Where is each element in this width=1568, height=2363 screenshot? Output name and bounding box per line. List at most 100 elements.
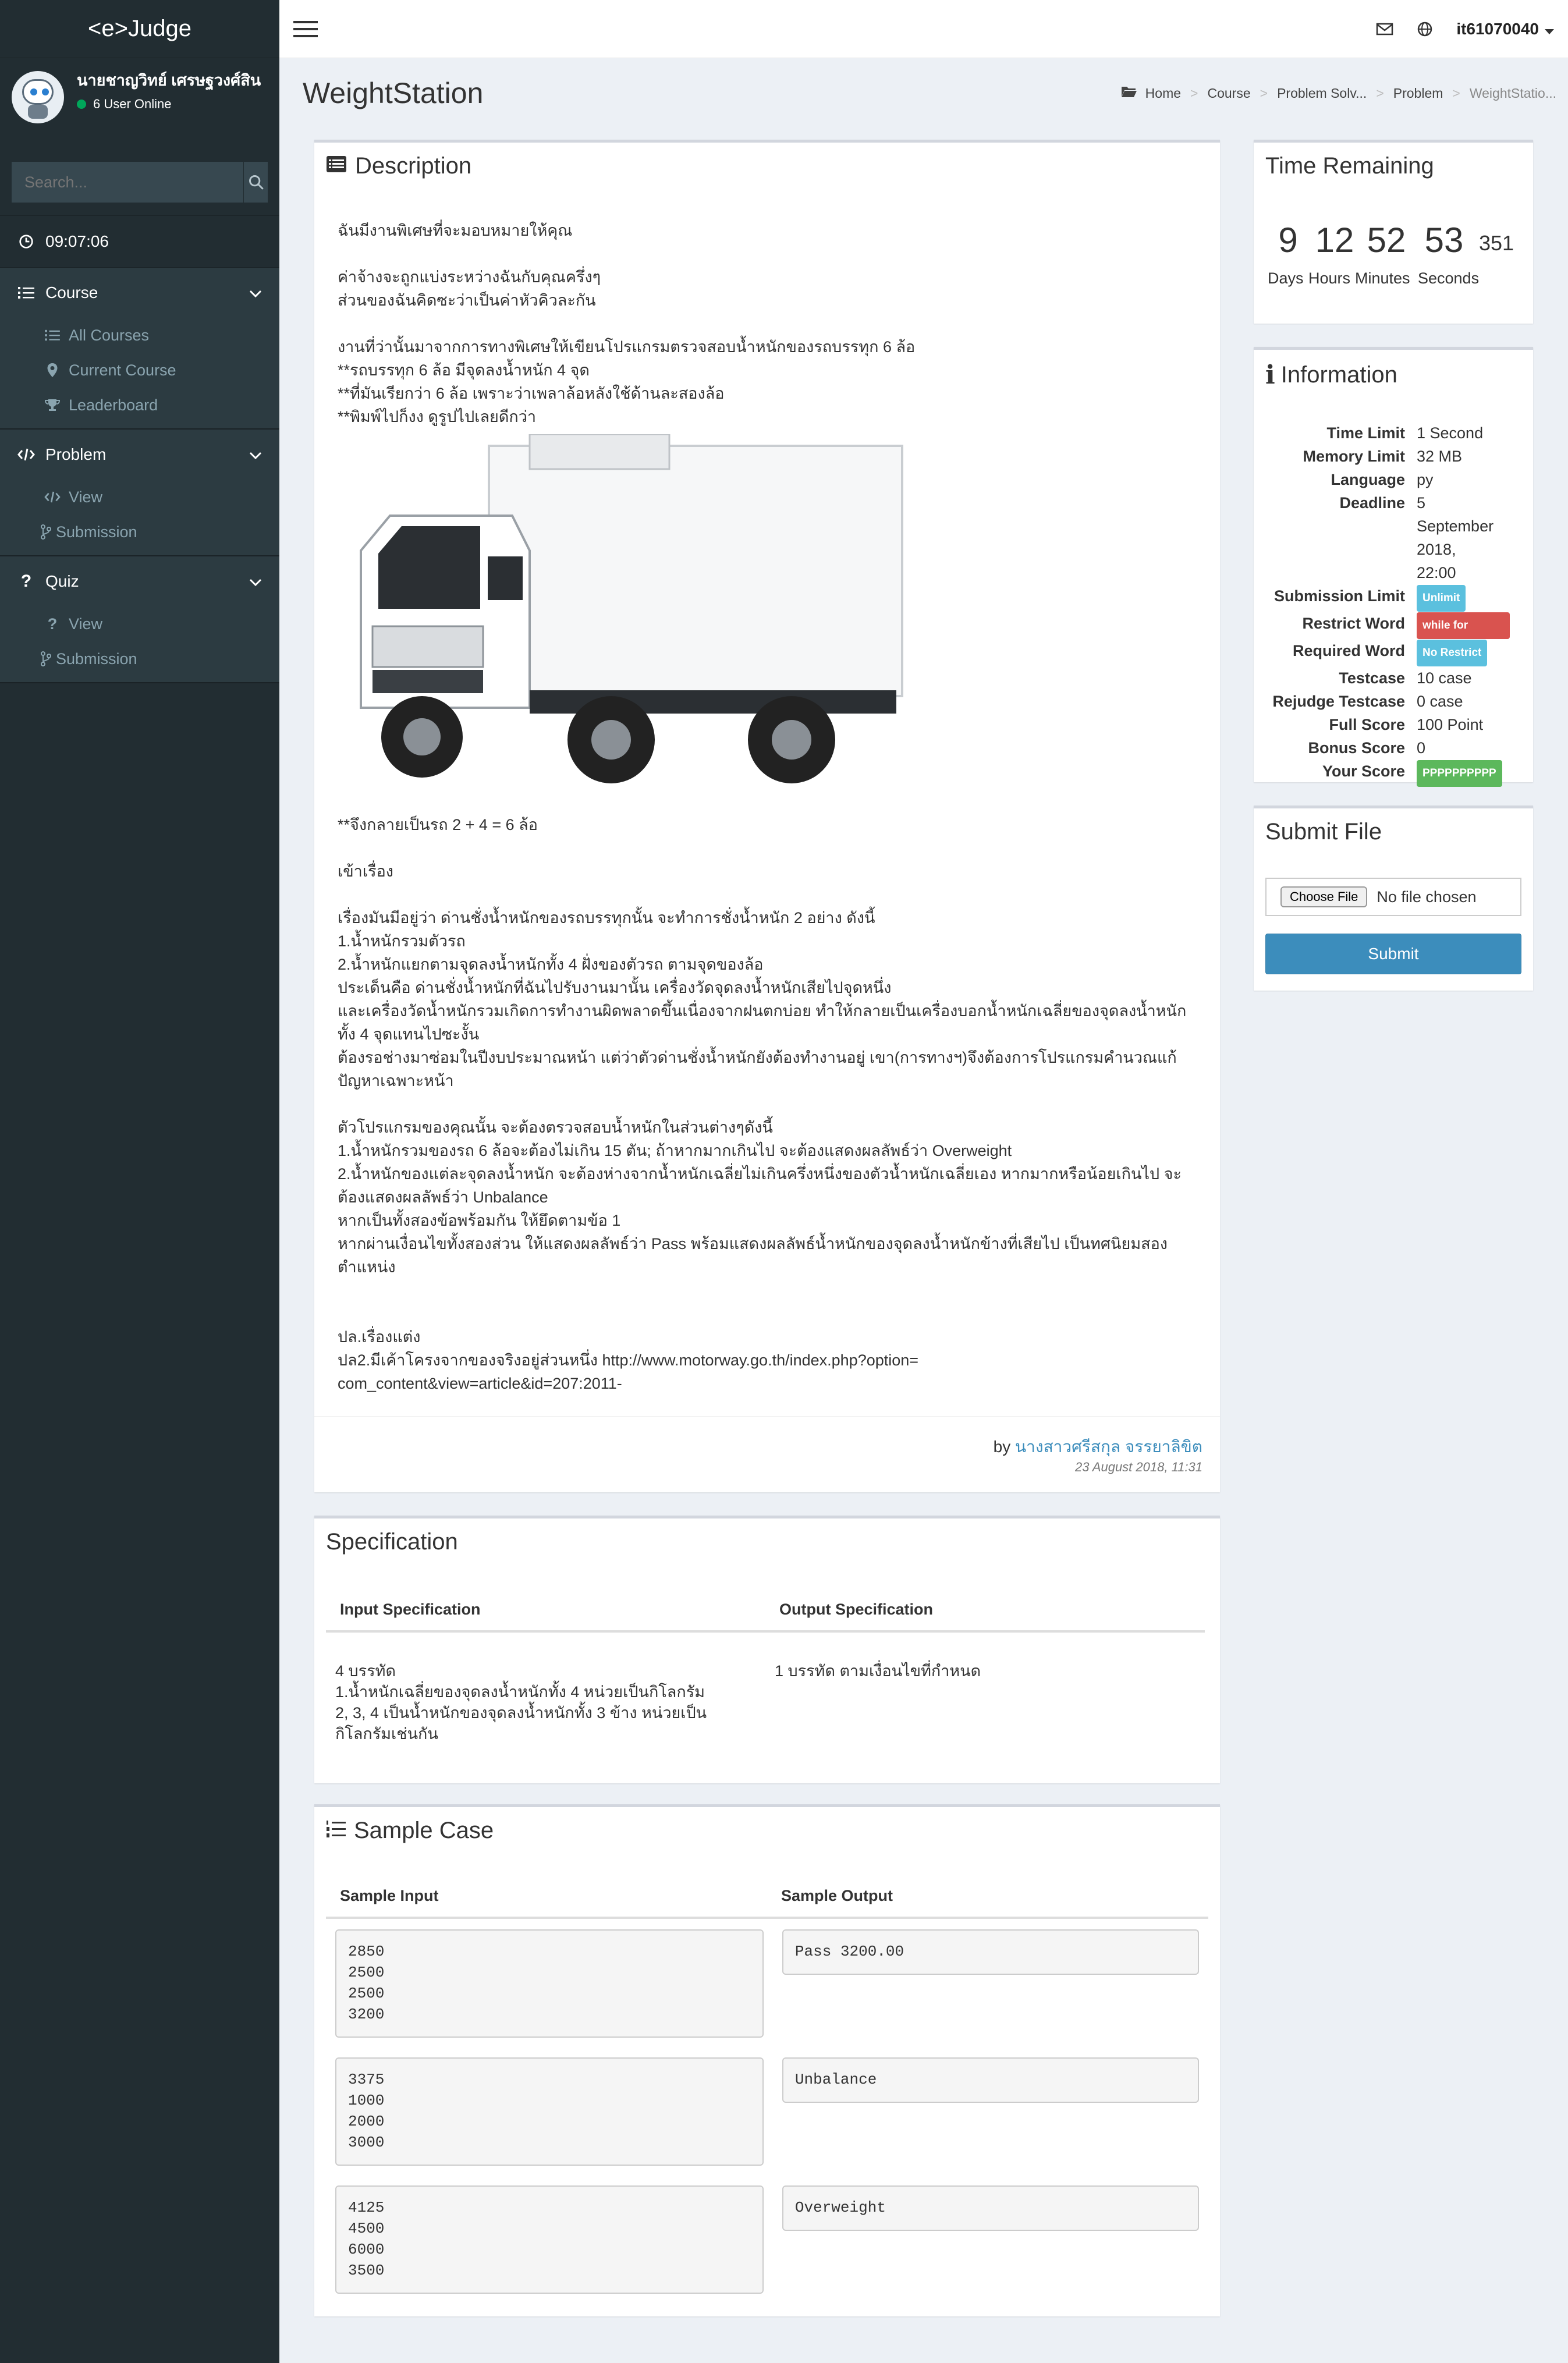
sidebar-menu-course[interactable]: Course — [0, 268, 279, 318]
sidebar-item-all-courses[interactable]: All Courses — [0, 318, 279, 353]
sample-output-block[interactable]: Pass 3200.00 — [782, 1929, 1199, 1975]
breadcrumb-course-name[interactable]: Problem Solv... — [1277, 86, 1367, 101]
globe-icon[interactable] — [1417, 21, 1433, 37]
online-dot-icon — [77, 100, 86, 109]
output-spec-header: Output Specification — [765, 1589, 1205, 1633]
menu-toggle-icon[interactable] — [293, 20, 318, 37]
info-row: Required Word No Restrict — [1254, 639, 1533, 666]
folder-open-icon — [1121, 85, 1137, 101]
sidebar-search — [12, 162, 268, 203]
user-panel: นายชาญวิทย์ เศรษฐวงศ์สิน 6 User Online — [0, 58, 279, 151]
sidebar-item-problem-view[interactable]: View — [0, 480, 279, 515]
information-box: i Information Time Limit 1 Second Memory … — [1254, 347, 1533, 787]
submenu-problem: View Submission — [0, 480, 279, 555]
user-id: it61070040 — [1456, 19, 1539, 38]
code-branch-icon — [38, 524, 54, 540]
box-title-text: Description — [355, 153, 472, 179]
sidebar: <e>Judge นายชาญวิทย์ เศรษฐวงศ์สิน 6 User… — [0, 0, 279, 2363]
user-menu[interactable]: it61070040 — [1456, 20, 1554, 38]
description-text: **รถบรรทุก 6 ล้อ มีจุดลงน้ำหนัก 4 จุด — [338, 361, 590, 379]
input-spec-cell: 4 บรรทัด 1.น้ำหนักเฉลี่ยของจุดลงน้ำหนักท… — [326, 1631, 765, 1754]
list-icon — [17, 286, 35, 300]
online-status: 6 User Online — [77, 97, 263, 112]
list-ol-icon — [326, 1818, 347, 1844]
description-text: งานที่ว่านั้นมาจากการทางพิเศษให้เขียนโปร… — [338, 338, 916, 356]
chevron-down-icon — [249, 572, 262, 591]
description-text: ส่วนของฉันคิดซะว่าเป็นค่าหัวคิวละกัน — [338, 292, 596, 309]
sidebar-item-label: Submission — [56, 523, 137, 541]
sample-case-row: 4125 4500 6000 3500 Overweight — [335, 2185, 1199, 2294]
sample-input-block[interactable]: 3375 1000 2000 3000 — [335, 2057, 764, 2166]
submit-button[interactable]: Submit — [1265, 934, 1521, 974]
search-button[interactable] — [243, 162, 268, 203]
post-date: 23 August 2018, 11:31 — [1075, 1460, 1202, 1474]
search-icon — [249, 175, 264, 190]
sidebar-item-quiz-submission[interactable]: Submission — [0, 641, 279, 676]
input-spec-text: 2, 3, 4 เป็นน้ำหนักของจุดลงน้ำหนักทั้ง 3… — [335, 1704, 707, 1743]
code-branch-icon — [38, 651, 54, 666]
sidebar-item-label: View — [69, 615, 103, 633]
sidebar-item-label: View — [69, 488, 103, 506]
sidebar-item-leaderboard[interactable]: Leaderboard — [0, 388, 279, 423]
description-text: ต้องรอช่างมาซ่อมในปีงบประมาณหน้า แต่ว่าต… — [338, 1049, 1177, 1090]
clock-time: 09:07:06 — [45, 232, 109, 250]
description-box: Description ฉันมีงานพิเศษที่จะมอบหมายให้… — [314, 140, 1220, 1492]
info-row: Memory Limit 32 MB — [1254, 445, 1533, 468]
description-text: ฉันมีงานพิเศษที่จะมอบหมายให้คุณ — [338, 222, 573, 239]
breadcrumb-problem[interactable]: Problem — [1393, 86, 1443, 101]
topbar: it61070040 — [279, 0, 1568, 58]
input-spec-header: Input Specification — [326, 1589, 765, 1633]
sample-input-block[interactable]: 2850 2500 2500 3200 — [335, 1929, 764, 2038]
author-link[interactable]: นางสาวศรีสกุล จรรยาลิขิต — [1015, 1438, 1202, 1456]
submit-file-box: Submit File Choose File No file chosen S… — [1254, 806, 1533, 991]
sidebar-item-problem-submission[interactable]: Submission — [0, 515, 279, 549]
submit-file-title: Submit File — [1265, 819, 1382, 845]
info-row: Time Limit 1 Second — [1254, 421, 1533, 445]
sample-case-row: 3375 1000 2000 3000 Unbalance — [335, 2057, 1199, 2166]
sample-output-block[interactable]: Unbalance — [782, 2057, 1199, 2103]
info-key: Required Word — [1292, 642, 1405, 659]
sidebar-item-label: Leaderboard — [69, 396, 158, 414]
avatar — [12, 71, 64, 123]
info-value: 10 case — [1417, 669, 1472, 687]
required-word-badge: No Restrict — [1417, 640, 1488, 666]
sidebar-item-label: Current Course — [69, 361, 176, 379]
sidebar-item-quiz-view[interactable]: ? View — [0, 606, 279, 641]
by-label: by — [993, 1438, 1011, 1456]
list-icon — [41, 329, 64, 342]
breadcrumb-current: WeightStatio... — [1469, 85, 1556, 101]
hours-label: Hours — [1308, 269, 1351, 287]
submission-limit-badge: Unlimit — [1417, 585, 1466, 612]
info-icon: i — [1265, 360, 1275, 390]
sidebar-menu-quiz[interactable]: ? Quiz — [0, 556, 279, 606]
box-title-text: Sample Case — [354, 1818, 494, 1843]
description-text: **จึงกลายเป็นรถ 2 + 4 = 6 ล้อ — [338, 816, 538, 833]
info-key: Time Limit — [1326, 424, 1405, 442]
info-key: Rejudge Testcase — [1272, 693, 1405, 710]
choose-file-button[interactable]: Choose File — [1280, 886, 1368, 907]
truck-image — [360, 433, 903, 783]
breadcrumb: Home > Course > Problem Solv... > Proble… — [1121, 85, 1556, 101]
time-remaining-title: Time Remaining — [1265, 153, 1434, 179]
menu-label: Course — [45, 283, 98, 301]
sidebar-item-label: All Courses — [69, 326, 150, 344]
question-icon: ? — [20, 572, 32, 591]
app-logo[interactable]: <e>Judge — [0, 0, 279, 58]
info-value: 5 September 2018, 22:00 — [1417, 494, 1494, 581]
sidebar-menu-problem[interactable]: Problem — [0, 430, 279, 480]
menu-label: Quiz — [45, 572, 79, 590]
breadcrumb-home[interactable]: Home — [1145, 86, 1181, 101]
time-remaining-box: Time Remaining 9 12 52 53 351 Days Hours… — [1254, 140, 1533, 324]
chevron-down-icon — [249, 445, 262, 464]
file-input[interactable]: Choose File No file chosen — [1265, 878, 1521, 916]
sample-input-block[interactable]: 4125 4500 6000 3500 — [335, 2185, 764, 2294]
info-row: Restrict Word while for — [1254, 612, 1533, 639]
search-input[interactable] — [12, 162, 243, 203]
sidebar-item-current-course[interactable]: Current Course — [0, 353, 279, 388]
envelope-icon[interactable] — [1376, 22, 1393, 36]
description-text: ปล2.มีเค้าโครงจากของจริงอยู่ส่วนหนึ่ง ht… — [338, 1351, 919, 1392]
days-label: Days — [1268, 269, 1304, 287]
description-text: ปล.เรื่องแต่ง — [338, 1328, 421, 1346]
breadcrumb-course[interactable]: Course — [1207, 86, 1250, 101]
sample-output-block[interactable]: Overweight — [782, 2185, 1199, 2231]
